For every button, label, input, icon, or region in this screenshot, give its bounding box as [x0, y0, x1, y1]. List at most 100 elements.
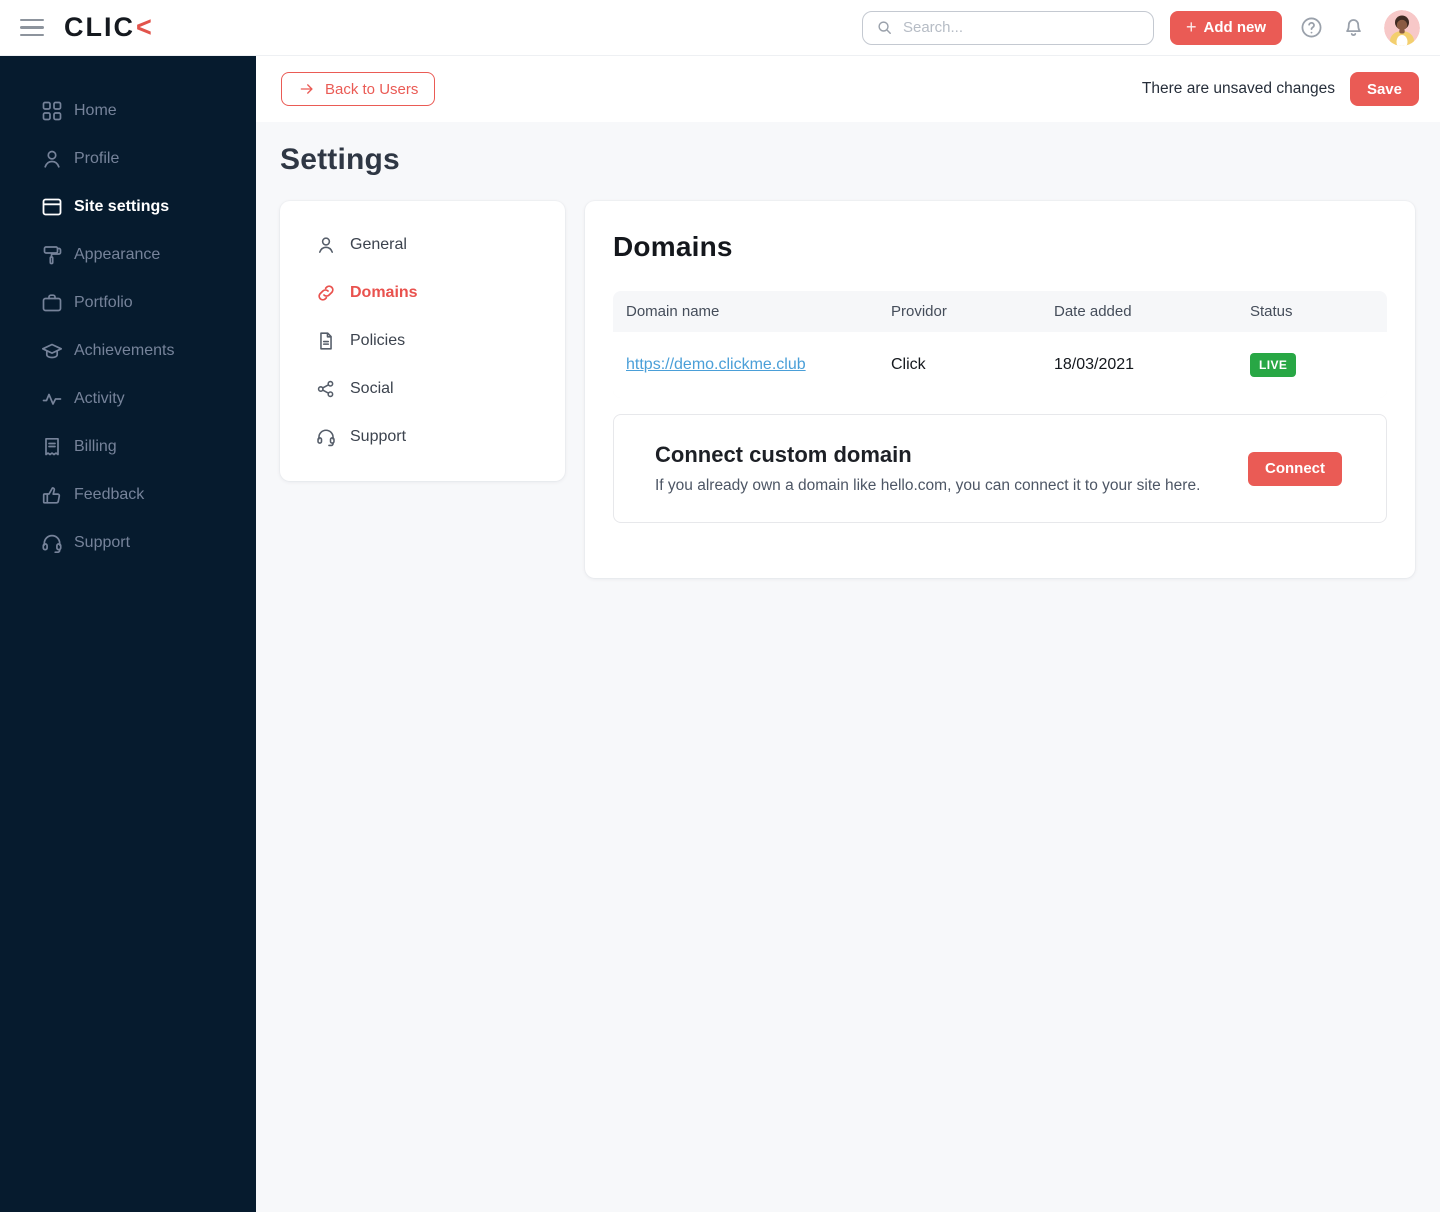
settings-page: Settings General Domains Policies Social…	[256, 122, 1440, 579]
sidebar-item-billing[interactable]: Billing	[0, 423, 256, 471]
sidebar-item-label: Billing	[74, 438, 117, 455]
search-box[interactable]	[861, 10, 1154, 45]
action-bar-right: There are unsaved changes Save	[1142, 72, 1419, 106]
page-title: Settings	[280, 143, 400, 176]
connect-custom-domain-text: Connect custom domain If you already own…	[655, 442, 1200, 495]
sidebar-item-label: Achievements	[74, 342, 175, 359]
back-to-users-button[interactable]: Back to Users	[281, 72, 436, 106]
activity-pulse-icon	[40, 387, 64, 411]
layout: Home Profile Site settings Appearance Po…	[0, 56, 1440, 1212]
document-icon	[315, 330, 337, 352]
graduation-cap-icon	[40, 339, 64, 363]
date-added-cell: 18/03/2021	[1054, 356, 1135, 374]
sidebar-nav: Home Profile Site settings Appearance Po…	[0, 87, 256, 567]
connect-custom-domain-box: Connect custom domain If you already own…	[613, 414, 1387, 524]
settings-nav-label: Social	[350, 380, 394, 397]
sidebar-item-home[interactable]: Home	[0, 87, 256, 135]
briefcase-icon	[40, 291, 64, 315]
settings-nav-card: General Domains Policies Social Support	[280, 201, 565, 481]
column-header-domain-name: Domain name	[626, 303, 720, 320]
sidebar-item-label: Support	[74, 534, 131, 551]
logo: CLIC <	[64, 11, 154, 43]
connect-custom-domain-title: Connect custom domain	[655, 442, 912, 468]
domains-card: Domains Domain name Providor Date added …	[585, 201, 1415, 579]
link-icon	[315, 282, 337, 304]
back-to-users-label: Back to Users	[325, 80, 419, 98]
sidebar-item-site-settings[interactable]: Site settings	[0, 183, 256, 231]
settings-nav-label: Domains	[350, 284, 418, 301]
sidebar-item-label: Activity	[74, 390, 125, 407]
domain-link[interactable]: https://demo.clickme.club	[626, 356, 806, 373]
settings-nav-domains[interactable]: Domains	[280, 269, 565, 317]
domains-table: Domain name Providor Date added Status h…	[613, 291, 1387, 399]
connect-button[interactable]: Connect	[1248, 451, 1342, 486]
add-new-label: Add new	[1203, 19, 1267, 36]
sidebar-item-label: Home	[74, 102, 117, 119]
sidebar-item-label: Appearance	[74, 246, 161, 263]
bell-icon	[1341, 15, 1366, 40]
sidebar-item-achievements[interactable]: Achievements	[0, 327, 256, 375]
sidebar-item-support[interactable]: Support	[0, 519, 256, 567]
settings-nav-social[interactable]: Social	[280, 365, 565, 413]
headset-icon	[315, 426, 337, 448]
notifications-button[interactable]	[1341, 15, 1366, 40]
sidebar-item-feedback[interactable]: Feedback	[0, 471, 256, 519]
hamburger-icon	[20, 18, 44, 22]
hamburger-menu-button[interactable]	[20, 17, 46, 39]
help-circle-icon	[1299, 15, 1324, 40]
sidebar-item-profile[interactable]: Profile	[0, 135, 256, 183]
thumbs-up-icon	[40, 483, 64, 507]
add-new-button[interactable]: + Add new	[1169, 10, 1282, 45]
search-input[interactable]	[902, 19, 1141, 36]
sidebar-item-label: Portfolio	[74, 294, 133, 311]
arrow-right-icon	[298, 80, 316, 98]
settings-panels: General Domains Policies Social Support …	[280, 201, 1415, 579]
share-icon	[315, 378, 337, 400]
sidebar-item-activity[interactable]: Activity	[0, 375, 256, 423]
app: CLIC < + Add new	[0, 0, 1440, 1212]
settings-nav-policies[interactable]: Policies	[280, 317, 565, 365]
user-icon	[40, 147, 64, 171]
logo-chevron-icon: <	[136, 11, 154, 43]
sidebar-item-label: Profile	[74, 150, 120, 167]
status-cell: LIVE	[1237, 332, 1387, 398]
hamburger-icon	[20, 33, 44, 37]
provider-cell: Click	[891, 356, 926, 374]
settings-nav-label: Policies	[350, 332, 406, 349]
sidebar: Home Profile Site settings Appearance Po…	[0, 56, 256, 1212]
headset-icon	[40, 531, 64, 555]
search-icon	[875, 18, 894, 37]
user-icon	[315, 234, 337, 256]
column-header-provider: Providor	[891, 303, 947, 320]
sidebar-item-label: Site settings	[74, 198, 170, 215]
help-button[interactable]	[1299, 15, 1324, 40]
unsaved-changes-text: There are unsaved changes	[1141, 80, 1335, 97]
settings-nav-general[interactable]: General	[280, 221, 565, 269]
plus-icon: +	[1185, 16, 1197, 37]
app-header: CLIC < + Add new	[0, 0, 1440, 56]
avatar-image	[1384, 9, 1420, 46]
table-row: https://demo.clickme.club Click 18/03/20…	[613, 332, 1387, 399]
settings-nav-label: Support	[350, 428, 407, 445]
paint-roller-icon	[40, 243, 64, 267]
settings-nav-support[interactable]: Support	[280, 413, 565, 461]
action-bar: Back to Users There are unsaved changes …	[256, 56, 1440, 122]
logo-text: CLIC	[64, 12, 135, 42]
hamburger-icon	[20, 26, 44, 29]
domains-title: Domains	[613, 231, 733, 262]
connect-custom-domain-description: If you already own a domain like hello.c…	[655, 477, 1201, 495]
sidebar-item-label: Feedback	[74, 486, 145, 503]
sidebar-item-portfolio[interactable]: Portfolio	[0, 279, 256, 327]
main-content: Back to Users There are unsaved changes …	[256, 56, 1440, 1212]
save-button[interactable]: Save	[1349, 72, 1419, 106]
column-header-date-added: Date added	[1054, 303, 1132, 320]
grid-icon	[40, 99, 64, 123]
sidebar-item-appearance[interactable]: Appearance	[0, 231, 256, 279]
domain-name-cell: https://demo.clickme.club	[613, 335, 878, 395]
settings-nav-label: General	[350, 236, 407, 253]
domains-table-header: Domain name Providor Date added Status	[613, 291, 1387, 332]
avatar[interactable]	[1384, 9, 1420, 46]
status-badge: LIVE	[1250, 353, 1297, 378]
browser-window-icon	[40, 195, 64, 219]
receipt-icon	[40, 435, 64, 459]
